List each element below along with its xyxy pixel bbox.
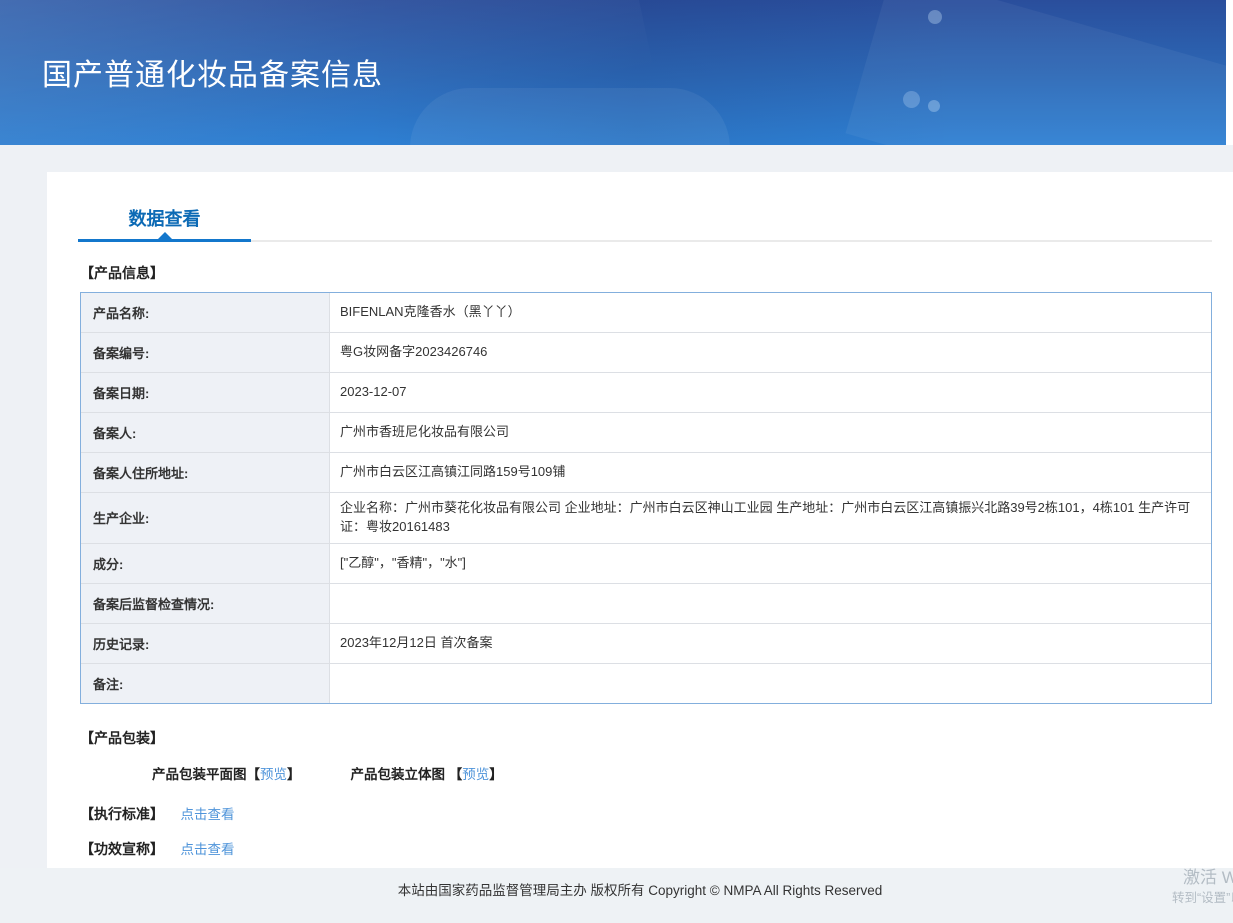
banner: 国产普通化妆品备案信息	[0, 0, 1226, 145]
standard-heading: 【执行标准】	[80, 805, 164, 822]
main-card: 数据查看 【产品信息】 产品名称: BIFENLAN克隆香水（黑丫丫） 备案编号: 粤…	[47, 172, 1233, 868]
row-label: 备注:	[81, 663, 330, 703]
gray-band	[0, 145, 1233, 172]
table-row: 备案人住所地址: 广州市白云区江高镇江同路159号109铺	[81, 452, 1211, 492]
row-label: 备案人住所地址:	[81, 453, 330, 492]
product-info-heading: 【产品信息】	[80, 265, 164, 281]
efficacy-view-link[interactable]: 点击查看	[180, 842, 234, 857]
row-value	[330, 584, 1211, 623]
page-title: 国产普通化妆品备案信息	[42, 59, 383, 92]
row-label: 备案日期:	[81, 373, 330, 412]
banner-deco-dot	[903, 91, 920, 108]
banner-deco-polygon	[845, 0, 1226, 145]
packaging-preview-link[interactable]: 预览	[462, 767, 489, 782]
windows-activation-watermark-line1: 激活 Windows	[1183, 868, 1233, 887]
row-label: 成分:	[81, 543, 330, 583]
table-row: 备案日期: 2023-12-07	[81, 372, 1211, 412]
tab-bar: 数据查看	[78, 172, 1212, 242]
row-value: 企业名称：广州市葵花化妆品有限公司 企业地址：广州市白云区神山工业园 生产地址：…	[340, 500, 1191, 534]
banner-deco-blob	[410, 88, 730, 145]
banner-deco-dot	[928, 10, 942, 24]
row-label: 备案编号:	[81, 333, 330, 372]
row-label: 备案人:	[81, 413, 330, 452]
packaging-preview-link[interactable]: 预览	[260, 767, 287, 782]
page: 国产普通化妆品备案信息 数据查看 【产品信息】 产品名称: BIFENLAN克隆香…	[0, 0, 1233, 923]
row-value: 广州市香班尼化妆品有限公司	[340, 424, 510, 440]
table-row: 成分: ["乙醇"，"香精"，"水"]	[81, 542, 1211, 583]
packaging-heading: 【产品包装】	[80, 729, 164, 746]
row-value: 广州市白云区江高镇江同路159号109铺	[340, 464, 566, 480]
table-row: 备案后监督检查情况:	[81, 582, 1211, 623]
tab-active-caret-icon	[157, 232, 172, 239]
table-row: 备案编号: 粤G妆网备字2023426746	[81, 332, 1211, 372]
banner-deco-dot	[928, 100, 940, 112]
row-label: 历史记录:	[81, 623, 330, 663]
row-value: 粤G妆网备字2023426746	[340, 344, 488, 360]
table-row: 产品名称: BIFENLAN克隆香水（黑丫丫）	[81, 293, 1211, 332]
row-label: 生产企业:	[81, 493, 330, 543]
efficacy-heading: 【功效宣称】	[80, 840, 164, 857]
windows-activation-watermark-line2: 转到“设置”以激活 Windows。	[1172, 891, 1233, 905]
tab-active-underline	[78, 239, 251, 242]
table-row: 备案人: 广州市香班尼化妆品有限公司	[81, 412, 1211, 452]
table-row: 备注:	[81, 662, 1211, 703]
packaging-item-label: 产品包装立体图 【	[350, 766, 463, 782]
table-row: 历史记录: 2023年12月12日 首次备案	[81, 622, 1211, 663]
packaging-preview-item: 产品包装立体图 【预览】	[351, 767, 503, 782]
footer-copyright: 本站由国家药品监督管理局主办 版权所有 Copyright © NMPA All…	[397, 883, 883, 898]
product-info-table: 产品名称: BIFENLAN克隆香水（黑丫丫） 备案编号: 粤G妆网备字2023426…	[80, 292, 1212, 704]
row-value: 2023年12月12日 首次备案	[340, 634, 493, 650]
efficacy-row: 【功效宣称】 点击查看	[80, 838, 1212, 859]
row-label: 产品名称:	[81, 293, 330, 332]
tab-data-view[interactable]: 数据查看	[78, 172, 251, 242]
row-value: ["乙醇"，"香精"，"水"]	[340, 554, 466, 570]
table-row: 生产企业: 企业名称：广州市葵花化妆品有限公司 企业地址：广州市白云区神山工业园 …	[81, 492, 1211, 543]
standard-view-link[interactable]: 点击查看	[180, 807, 234, 822]
row-value: 2023-12-07	[340, 384, 407, 400]
packaging-item-bracket: 】	[287, 766, 301, 782]
tab-data-view-label: 数据查看	[128, 209, 201, 229]
packaging-preview-item: 产品包装平面图【预览】	[152, 767, 301, 782]
standard-row: 【执行标准】 点击查看	[80, 803, 1212, 824]
packaging-preview-row: 产品包装平面图【预览】 产品包装立体图 【预览】	[152, 763, 1212, 783]
row-label: 备案后监督检查情况:	[81, 583, 330, 623]
row-value: BIFENLAN克隆香水（黑丫丫）	[340, 304, 521, 320]
packaging-item-bracket: 】	[489, 766, 503, 782]
footer: 本站由国家药品监督管理局主办 版权所有 Copyright © NMPA All…	[0, 868, 1233, 923]
row-value	[330, 664, 1211, 703]
packaging-item-label: 产品包装平面图【	[152, 766, 260, 782]
